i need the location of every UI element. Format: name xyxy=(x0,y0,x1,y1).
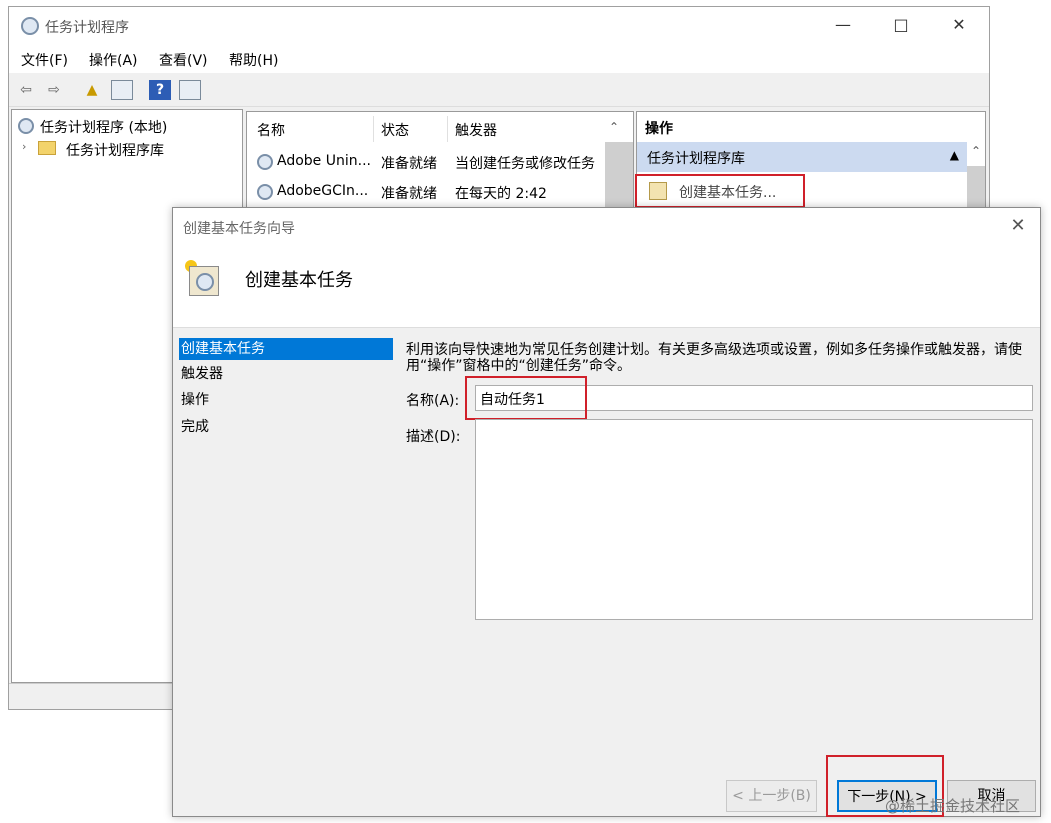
back-arrow-icon[interactable]: ⇦ xyxy=(15,80,37,100)
tree-library-label[interactable]: 任务计划程序库 xyxy=(66,140,164,160)
column-header-status[interactable]: 状态 xyxy=(381,120,409,140)
create-task-icon xyxy=(649,182,667,200)
back-button[interactable]: < 上一步(B) xyxy=(726,780,817,812)
help-icon[interactable]: ? xyxy=(149,80,171,100)
dialog-close-icon[interactable]: ✕ xyxy=(1006,214,1030,238)
wizard-clock-icon xyxy=(185,260,221,296)
wizard-description: 利用该向导快速地为常见任务创建计划。有关更多高级选项或设置，例如多任务操作或触发… xyxy=(406,342,1022,374)
tree-root-label[interactable]: 任务计划程序 (本地) xyxy=(40,117,167,137)
menu-help[interactable]: 帮助(H) xyxy=(229,50,278,70)
scrollbar[interactable] xyxy=(967,166,985,212)
window-title: 任务计划程序 xyxy=(45,20,129,36)
scheduler-node-icon xyxy=(18,118,34,134)
menu-action[interactable]: 操作(A) xyxy=(89,50,138,70)
highlight-box xyxy=(465,376,587,420)
step-action[interactable]: 操作 xyxy=(179,389,393,411)
collapse-triangle-icon[interactable]: ▲ xyxy=(950,148,959,162)
close-button[interactable]: ✕ xyxy=(949,15,969,35)
task-list: 名称 状态 触发器 ⌃ Adobe Unin... 准备就绪 当创建任务或修改任… xyxy=(246,111,634,212)
show-tree-icon[interactable] xyxy=(111,80,133,100)
task-icon xyxy=(257,154,273,170)
table-row[interactable]: Adobe Unin... 准备就绪 当创建任务或修改任务 xyxy=(249,148,603,176)
scroll-up-icon[interactable]: ⌃ xyxy=(971,144,981,158)
dialog-heading: 创建基本任务 xyxy=(245,270,353,291)
menu-file[interactable]: 文件(F) xyxy=(21,50,68,70)
dialog-title-bar: 创建基本任务向导 ✕ xyxy=(173,208,1040,244)
actions-header: 操作 xyxy=(637,112,985,142)
menu-view[interactable]: 查看(V) xyxy=(159,50,208,70)
wizard-steps: 创建基本任务 触发器 操作 完成 xyxy=(173,328,395,816)
task-icon xyxy=(257,184,273,200)
scrollbar[interactable] xyxy=(605,142,633,212)
column-divider xyxy=(373,116,374,142)
actions-pane: 操作 任务计划程序库 ▲ ⌃ 创建基本任务... xyxy=(635,111,986,212)
step-trigger[interactable]: 触发器 xyxy=(179,363,393,385)
create-basic-task-wizard: 创建基本任务向导 ✕ 创建基本任务 创建基本任务 触发器 操作 完成 利用该向导… xyxy=(172,207,1041,817)
task-name: Adobe Unin... xyxy=(277,153,371,169)
menu-bar xyxy=(9,45,989,73)
maximize-button[interactable]: □ xyxy=(891,15,911,35)
title-bar: 任务计划程序 — □ ✕ xyxy=(9,7,989,45)
step-create-basic-task[interactable]: 创建基本任务 xyxy=(179,338,393,360)
minimize-button[interactable]: — xyxy=(833,15,853,35)
dialog-title: 创建基本任务向导 xyxy=(183,221,295,237)
actions-section-label: 任务计划程序库 xyxy=(647,151,745,167)
show-actions-icon[interactable] xyxy=(179,80,201,100)
chevron-right-icon[interactable]: › xyxy=(22,140,26,153)
watermark: @稀土掘金技术社区 xyxy=(885,797,1021,815)
task-scheduler-icon xyxy=(21,17,39,35)
description-label: 描述(D): xyxy=(406,429,461,445)
column-divider xyxy=(447,116,448,142)
create-basic-task-link[interactable]: 创建基本任务... xyxy=(679,182,776,202)
actions-section-library[interactable]: 任务计划程序库 ▲ xyxy=(637,142,967,172)
folder-icon xyxy=(38,141,56,155)
task-status: 准备就绪 xyxy=(381,186,437,202)
table-row[interactable]: AdobeGCIn... 准备就绪 在每天的 2:42 xyxy=(249,178,603,206)
task-name: AdobeGCIn... xyxy=(277,183,369,199)
up-folder-icon[interactable]: ▲ xyxy=(81,80,103,100)
scroll-up-icon[interactable]: ⌃ xyxy=(609,120,619,134)
task-trigger: 在每天的 2:42 xyxy=(455,186,547,202)
step-finish[interactable]: 完成 xyxy=(179,416,393,438)
task-status: 准备就绪 xyxy=(381,156,437,172)
name-label: 名称(A): xyxy=(406,393,460,409)
column-header-trigger[interactable]: 触发器 xyxy=(455,120,497,140)
forward-arrow-icon[interactable]: ⇨ xyxy=(43,80,65,100)
description-field[interactable] xyxy=(475,419,1033,620)
task-trigger: 当创建任务或修改任务 xyxy=(455,156,595,172)
column-header-name[interactable]: 名称 xyxy=(257,120,285,140)
dialog-header: 创建基本任务 xyxy=(173,244,1040,328)
